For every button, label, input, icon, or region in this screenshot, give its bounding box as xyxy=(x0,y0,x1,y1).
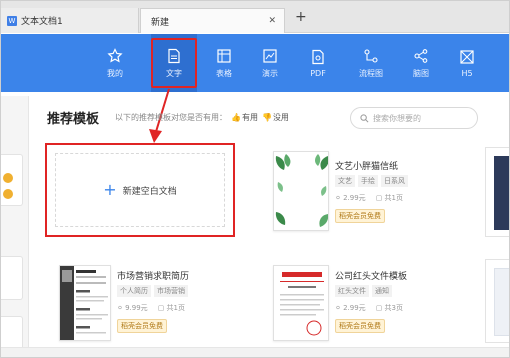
useful-button[interactable]: 👍 有用 xyxy=(231,112,258,123)
left-card[interactable] xyxy=(1,256,23,300)
tab-bar: W 文本文档1 新建 ✕ + xyxy=(1,1,509,33)
price-label: ⚪ 9.99元 xyxy=(117,304,148,312)
tool-presentation[interactable]: 演示 xyxy=(247,34,293,92)
add-tab-icon[interactable]: + xyxy=(295,9,307,25)
useless-button[interactable]: 👎 没用 xyxy=(262,112,289,123)
section-title: 推荐模板 xyxy=(47,112,100,127)
pages-label: ▢ 共3页 xyxy=(375,304,403,312)
template-thumbnail xyxy=(273,151,329,231)
light-thumbnail xyxy=(494,268,509,336)
table-icon xyxy=(217,48,231,63)
template-meta: ⚪ 2.99元 ▢ 共3页 xyxy=(335,303,403,313)
orange-dot-icon xyxy=(3,189,13,199)
tool-pdf[interactable]: PDF xyxy=(295,34,341,92)
thumbs-up-icon: 👍 xyxy=(231,113,241,122)
tab-document[interactable]: W 文本文档1 xyxy=(1,8,139,33)
template-meta: ⚪ 9.99元 ▢ 共1页 xyxy=(117,303,185,313)
recommend-feedback: 以下的推荐模板对您是否有用： 👍 有用 👎 没用 xyxy=(115,112,289,123)
template-tags: 红头文件 通知 xyxy=(335,285,392,297)
pdf-icon xyxy=(312,49,324,64)
tool-spreadsheet[interactable]: 表格 xyxy=(201,34,247,92)
price-label: ⚪ 2.99元 xyxy=(335,194,366,202)
feedback-prompt: 以下的推荐模板对您是否有用： xyxy=(115,113,227,122)
h5-icon xyxy=(460,49,474,64)
wps-doc-icon: W xyxy=(7,15,17,26)
template-thumbnail xyxy=(59,265,111,341)
highlight-box-writer xyxy=(151,38,197,88)
member-free-badge: 稻壳会员免费 xyxy=(335,209,385,223)
template-card-partial[interactable] xyxy=(485,259,509,343)
template-meta: ⚪ 2.99元 ▢ 共1页 xyxy=(335,193,403,203)
template-card[interactable]: 市场营销求职简历 个人简历 市场营销 ⚪ 9.99元 ▢ 共1页 稻壳会员免费 xyxy=(49,255,239,347)
slides-icon xyxy=(263,48,277,63)
app-window: W 文本文档1 新建 ✕ + 我的 文字 表格 演示 PDF 流程图 脑图 H5… xyxy=(0,0,510,358)
template-name: 文艺小胖猫信纸 xyxy=(335,162,399,172)
template-name: 市场营销求职简历 xyxy=(117,272,190,282)
template-card[interactable]: 公司红头文件模板 红头文件 通知 ⚪ 2.99元 ▢ 共3页 稻壳会员免费 xyxy=(263,255,463,347)
mindmap-icon xyxy=(414,48,428,63)
leaf-pattern-image xyxy=(274,152,328,230)
orange-dot-icon xyxy=(3,173,13,183)
tab-new-label: 新建 xyxy=(151,17,170,28)
pages-label: ▢ 共1页 xyxy=(375,194,403,202)
template-tags: 个人简历 市场营销 xyxy=(117,285,188,297)
tool-flowchart[interactable]: 流程图 xyxy=(348,34,394,92)
left-card[interactable] xyxy=(1,316,23,350)
plus-icon: + xyxy=(103,180,117,199)
thumbs-down-icon: 👎 xyxy=(261,113,272,122)
search-icon xyxy=(360,113,369,122)
search-input[interactable] xyxy=(373,113,473,123)
left-card[interactable] xyxy=(1,154,23,206)
pages-label: ▢ 共1页 xyxy=(157,304,185,312)
tool-my[interactable]: 我的 xyxy=(92,34,138,92)
template-card[interactable]: 文艺小胖猫信纸 文艺 手绘 日系风 ⚪ 2.99元 ▢ 共1页 稻壳会员免费 xyxy=(263,143,463,239)
template-search[interactable] xyxy=(350,107,478,129)
tab-document-label: 文本文档1 xyxy=(21,17,63,27)
template-card-partial[interactable] xyxy=(485,147,509,237)
star-icon xyxy=(107,47,123,62)
tool-mindmap[interactable]: 脑图 xyxy=(398,34,444,92)
price-label: ⚪ 2.99元 xyxy=(335,304,366,312)
dark-thumbnail xyxy=(494,156,509,230)
tool-h5[interactable]: H5 xyxy=(444,34,490,92)
flowchart-icon xyxy=(364,48,378,63)
bottom-area xyxy=(1,347,509,357)
template-tags: 文艺 手绘 日系风 xyxy=(335,175,408,187)
close-icon[interactable]: ✕ xyxy=(268,16,276,26)
left-panel xyxy=(1,96,29,357)
resume-preview-image xyxy=(60,266,110,340)
tab-new[interactable]: 新建 ✕ xyxy=(140,8,285,33)
member-free-badge: 稻壳会员免费 xyxy=(335,319,385,333)
template-thumbnail xyxy=(273,265,329,341)
new-blank-document-label: 新建空白文档 xyxy=(122,186,177,197)
app-type-toolbar: 我的 文字 表格 演示 PDF 流程图 脑图 H5 xyxy=(1,34,509,92)
red-header-preview-image xyxy=(274,266,328,340)
new-blank-document-card[interactable]: + 新建空白文档 xyxy=(45,143,235,237)
member-free-badge: 稻壳会员免费 xyxy=(117,319,167,333)
template-name: 公司红头文件模板 xyxy=(335,272,408,282)
